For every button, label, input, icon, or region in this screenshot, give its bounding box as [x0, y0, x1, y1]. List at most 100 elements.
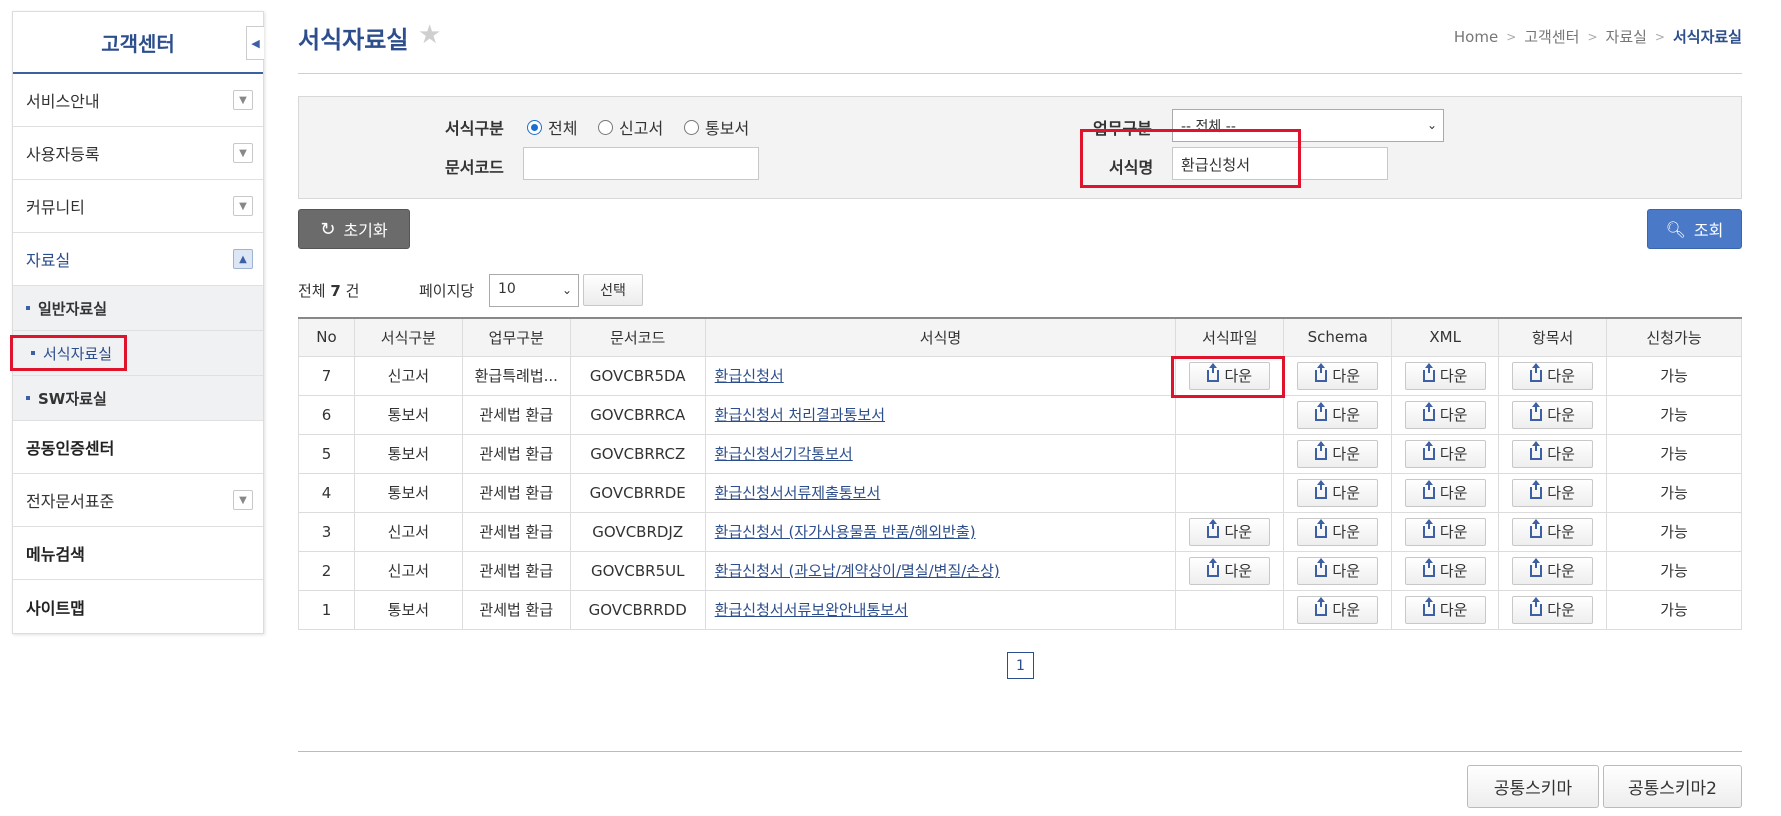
chevron-up-icon[interactable]: ▲	[233, 249, 253, 269]
sidebar-item-user-registration[interactable]: 사용자등록 ▼	[13, 127, 263, 180]
download-button[interactable]: 다운	[1512, 361, 1594, 390]
star-icon[interactable]: ★	[418, 20, 441, 50]
download-label: 다운	[1332, 562, 1361, 580]
upload-icon	[1422, 401, 1435, 421]
common-schema2-button[interactable]: 공통스키마2	[1603, 765, 1742, 808]
per-page-apply-button[interactable]: 선택	[583, 274, 643, 306]
table-cell: 다운	[1498, 550, 1608, 591]
download-button[interactable]: 다운	[1512, 400, 1594, 429]
download-button[interactable]: 다운	[1189, 556, 1271, 585]
table-row: 1 통보서 관세법 환급 GOVCBRRDD 환급신청서서류보완안내통보서 다운 다운 다운 가…	[298, 589, 1742, 630]
doc-code-input[interactable]	[523, 147, 759, 180]
radio-unchecked-icon[interactable]	[598, 119, 613, 135]
table-cell: 다운	[1175, 511, 1285, 552]
column-header: Schema	[1283, 317, 1393, 357]
table-cell: 환급신청서 처리결과통보서	[704, 394, 1177, 435]
table-row: 7 신고서 환급특례법... GOVCBR5DA 환급신청서 다운 다운 다운 다운 가능	[298, 355, 1742, 396]
breadcrumb-home[interactable]: Home	[1454, 28, 1498, 46]
chevron-down-icon[interactable]: ▼	[233, 196, 253, 216]
radio-notice-label: 통보서	[705, 119, 750, 138]
search-button[interactable]: 🔍︎ 조회	[1647, 209, 1742, 249]
sidebar-item-service-info[interactable]: 서비스안내 ▼	[13, 74, 263, 127]
chevron-down-icon[interactable]: ▼	[233, 143, 253, 163]
upload-icon	[1530, 557, 1543, 577]
download-button[interactable]: 다운	[1297, 439, 1379, 468]
download-button[interactable]: 다운	[1297, 361, 1379, 390]
download-button[interactable]: 다운	[1404, 478, 1486, 507]
download-button[interactable]: 다운	[1297, 400, 1379, 429]
upload-icon	[1530, 479, 1543, 499]
common-schema-button[interactable]: 공통스키마	[1467, 765, 1599, 808]
form-name-link[interactable]: 환급신청서 (자가사용물품 반품/해외반출)	[715, 523, 976, 541]
sidebar-item-community[interactable]: 커뮤니티 ▼	[13, 180, 263, 233]
table-cell: 다운	[1498, 355, 1608, 396]
download-button[interactable]: 다운	[1512, 439, 1594, 468]
table-cell: GOVCBRRDE	[569, 472, 706, 513]
form-name-link[interactable]: 환급신청서기각통보서	[715, 445, 853, 463]
sidebar-item-menu-search[interactable]: 메뉴검색	[13, 527, 263, 580]
breadcrumb-archive[interactable]: 자료실	[1606, 26, 1647, 47]
radio-checked-icon[interactable]	[527, 119, 542, 135]
sidebar-item-sitemap[interactable]: 사이트맵	[13, 580, 263, 633]
download-button[interactable]: 다운	[1512, 556, 1594, 585]
table-cell: 다운	[1283, 355, 1393, 396]
table-row: 2 신고서 관세법 환급 GOVCBR5UL 환급신청서 (과오납/계약상이/멸실/변질…	[298, 550, 1742, 591]
download-button[interactable]: 다운	[1297, 556, 1379, 585]
chevron-right-icon: >	[1506, 29, 1517, 44]
table-cell: 5	[298, 433, 355, 474]
table-cell: 가능	[1606, 433, 1742, 474]
download-button[interactable]: 다운	[1404, 400, 1486, 429]
radio-all[interactable]: 전체	[527, 115, 577, 139]
column-header: 서식명	[704, 317, 1177, 357]
table-cell: GOVCBRRDD	[569, 589, 706, 630]
sidebar-item-label: 공동인증센터	[26, 439, 115, 458]
chevron-down-icon[interactable]: ▼	[233, 490, 253, 510]
download-button[interactable]: 다운	[1297, 517, 1379, 546]
form-name-link[interactable]: 환급신청서서류보완안내통보서	[715, 601, 908, 619]
chevron-down-icon[interactable]: ▼	[233, 90, 253, 110]
form-name-link[interactable]: 환급신청서 처리결과통보서	[715, 406, 885, 424]
table-cell: 환급신청서기각통보서	[704, 433, 1177, 474]
table-cell: 신고서	[353, 550, 463, 591]
sidebar-item-cert-center[interactable]: 공동인증센터	[13, 421, 263, 474]
table-cell: 다운	[1391, 355, 1500, 396]
table-cell: 가능	[1606, 472, 1742, 513]
table-cell: 7	[298, 355, 355, 396]
download-button[interactable]: 다운	[1512, 595, 1594, 624]
table-cell: 신고서	[353, 355, 463, 396]
download-button[interactable]: 다운	[1297, 595, 1379, 624]
download-button[interactable]: 다운	[1404, 595, 1486, 624]
per-page-value: 10	[498, 281, 516, 297]
form-name-link[interactable]: 환급신청서서류제출통보서	[715, 484, 881, 502]
total-prefix: 전체	[298, 282, 326, 300]
pagination-page-current[interactable]: 1	[1007, 652, 1034, 679]
sidebar-subitem-form-archive[interactable]: 서식자료실	[10, 331, 263, 376]
download-button[interactable]: 다운	[1512, 517, 1594, 546]
radio-unchecked-icon[interactable]	[684, 119, 699, 135]
reset-button[interactable]: ↻ 초기화	[298, 209, 410, 249]
table-cell: 다운	[1391, 394, 1500, 435]
radio-notice[interactable]: 통보서	[684, 115, 749, 139]
caret-left-icon[interactable]: ◀	[246, 26, 264, 60]
download-label: 다운	[1439, 367, 1468, 385]
form-name-link[interactable]: 환급신청서	[715, 367, 784, 385]
download-button[interactable]: 다운	[1404, 517, 1486, 546]
upload-icon	[1530, 362, 1543, 382]
breadcrumb-customer-center[interactable]: 고객센터	[1524, 26, 1579, 47]
upload-icon	[1422, 518, 1435, 538]
chevron-down-icon: ⌄	[1426, 118, 1437, 132]
download-button[interactable]: 다운	[1297, 478, 1379, 507]
per-page-select[interactable]: 10 ⌄	[489, 274, 579, 307]
download-button[interactable]: 다운	[1189, 517, 1271, 546]
sidebar-item-archive[interactable]: 자료실 ▲	[13, 233, 263, 286]
sidebar-item-edoc-standard[interactable]: 전자문서표준 ▼	[13, 474, 263, 527]
download-button[interactable]: 다운	[1404, 361, 1486, 390]
form-name-link[interactable]: 환급신청서 (과오납/계약상이/멸실/변질/손상)	[715, 562, 1000, 580]
sidebar-item-label: 사용자등록	[26, 145, 100, 164]
radio-report[interactable]: 신고서	[598, 115, 663, 139]
download-button[interactable]: 다운	[1512, 478, 1594, 507]
download-button[interactable]: 다운	[1404, 439, 1486, 468]
download-button[interactable]: 다운	[1404, 556, 1486, 585]
sidebar-subitem-general-archive[interactable]: 일반자료실	[13, 286, 263, 331]
sidebar-subitem-sw-archive[interactable]: SW자료실	[13, 376, 263, 421]
